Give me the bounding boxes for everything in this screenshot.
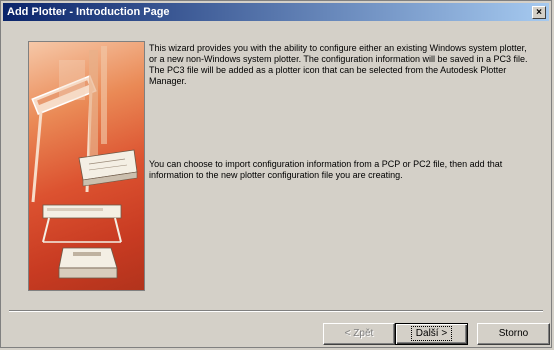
wide-plotter-icon: [42, 204, 122, 243]
intro-paragraph: This wizard provides you with the abilit…: [149, 43, 528, 86]
add-plotter-dialog: Add Plotter - Introduction Page × This w…: [0, 0, 552, 348]
title-bar[interactable]: Add Plotter - Introduction Page ×: [3, 3, 549, 21]
close-button[interactable]: ×: [532, 5, 546, 19]
next-button[interactable]: Další >: [395, 323, 468, 345]
import-paragraph: You can choose to import configuration i…: [149, 159, 503, 180]
next-button-label: Další >: [410, 326, 453, 341]
button-separator: [9, 310, 543, 312]
plotter-illustration: [28, 41, 145, 291]
back-button[interactable]: < Zpět: [323, 323, 395, 345]
dialog-title: Add Plotter - Introduction Page: [7, 6, 170, 18]
cancel-button[interactable]: Storno: [477, 323, 550, 345]
small-printer-icon: [58, 247, 118, 279]
